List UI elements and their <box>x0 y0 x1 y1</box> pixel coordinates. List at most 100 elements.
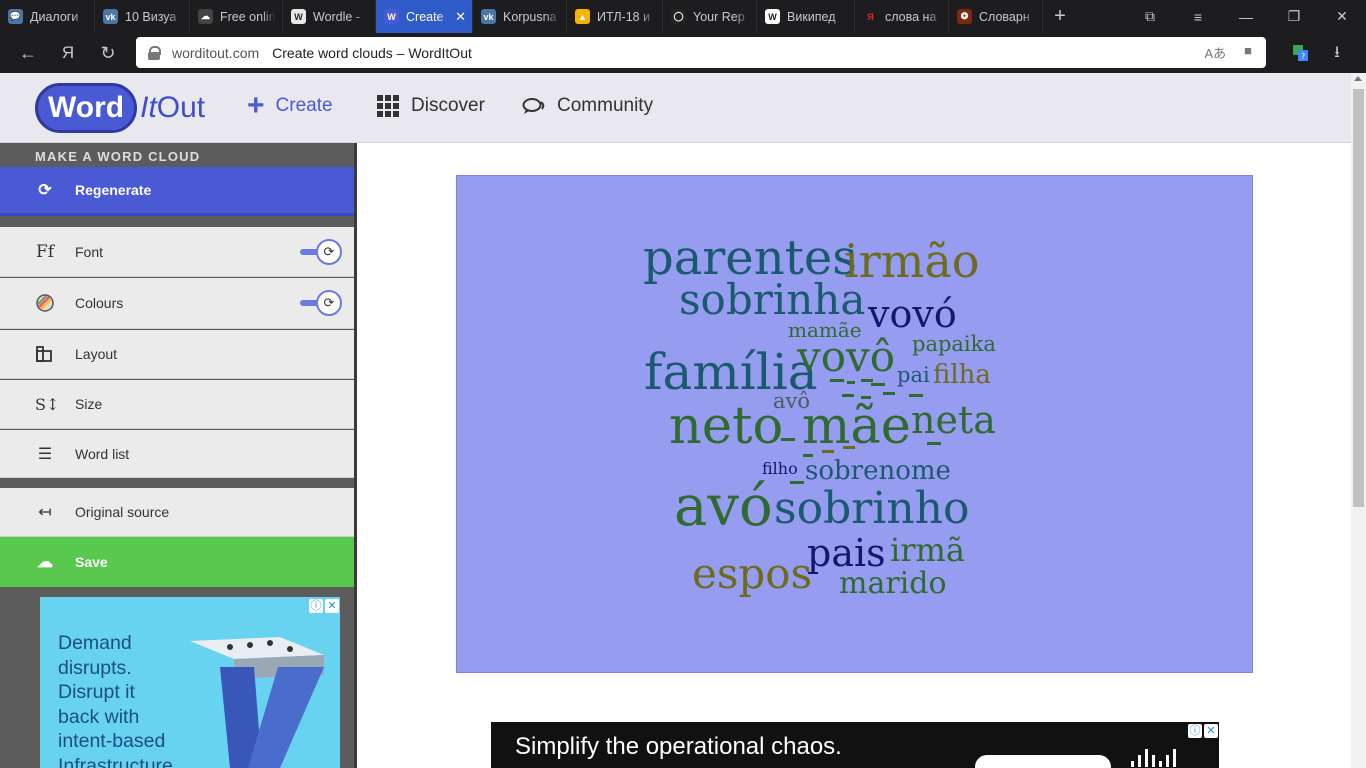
nav-community[interactable]: Community <box>522 95 653 117</box>
cloud-word[interactable]: sobrenome <box>805 458 951 484</box>
cloud-dash-mark <box>861 396 871 399</box>
tab-favicon-icon: vk <box>103 9 118 24</box>
cloud-word[interactable]: irmã <box>890 534 965 566</box>
cloud-word[interactable]: vovô <box>797 336 895 378</box>
tab-favicon-icon: ◯ <box>671 9 686 24</box>
ad-banner-bottom[interactable]: Simplify the operational chaos. ⓘ ✕ <box>491 722 1219 768</box>
sidebar-item-original-source[interactable]: ↤ Original source <box>0 488 354 537</box>
info-icon[interactable]: ⓘ <box>309 599 323 613</box>
translate-icon[interactable]: Aあ <box>1204 43 1226 62</box>
sidebar-item-layout[interactable]: Layout <box>0 330 354 379</box>
cloud-download-icon: ☁ <box>37 554 53 571</box>
back-arrow-icon[interactable]: ← <box>16 41 40 65</box>
cloud-word[interactable]: mãe <box>802 401 911 452</box>
nav-community-label: Community <box>557 95 654 116</box>
yandex-icon[interactable]: Я <box>56 41 80 65</box>
sidebar-item-size[interactable]: S↕ Size <box>0 380 354 429</box>
tab-close-icon[interactable]: ✕ <box>455 9 466 25</box>
menu-icon[interactable]: ≡ <box>1174 0 1222 33</box>
cloud-dash-mark <box>790 481 804 484</box>
page-scrollbar[interactable] <box>1351 73 1366 768</box>
sidebar-item-font[interactable]: Ff Font ⟳ <box>0 227 354 277</box>
ad-choices[interactable]: ⓘ ✕ <box>309 599 339 613</box>
cloud-word[interactable]: neta <box>911 401 996 439</box>
minimize-button[interactable]: — <box>1222 0 1270 33</box>
cloud-word[interactable]: filha <box>933 362 991 388</box>
sidebar-item-colours[interactable]: Colours ⟳ <box>0 278 354 329</box>
download-icon[interactable]: ⭳ <box>1327 41 1347 63</box>
bookmark-icon[interactable]: ■ <box>1244 43 1252 62</box>
ad-cta-button[interactable] <box>975 755 1111 768</box>
save-button[interactable]: ☁ Save <box>0 537 354 587</box>
tab-title: ИТЛ-18 и <box>597 9 651 24</box>
nav-create[interactable]: + Create <box>247 91 333 121</box>
tab-favicon-icon: W <box>291 9 306 24</box>
browser-tab[interactable]: ☁ Free onlin <box>190 0 283 33</box>
cloud-dash-mark <box>861 379 873 382</box>
logo-word: Word <box>48 90 125 124</box>
cloud-word[interactable]: sobrinha <box>679 279 865 321</box>
url-page-title: Create word clouds – WordItOut <box>272 44 472 61</box>
browser-tab[interactable]: 💬 Диалоги <box>0 0 95 33</box>
sidebar: MAKE A WORD CLOUD ⟳ Regenerate Ff Font ⟳… <box>0 143 357 768</box>
return-icon: ↤ <box>38 504 52 521</box>
browser-tab[interactable]: W Wordle - <box>283 0 376 33</box>
cloud-dash-mark <box>842 394 854 397</box>
nav-discover[interactable]: Discover <box>377 95 485 117</box>
browser-tab[interactable]: W Википед <box>757 0 855 33</box>
nav-create-label: Create <box>275 95 333 116</box>
font-icon: Ff <box>35 241 55 262</box>
cloud-word[interactable]: avó <box>674 479 773 535</box>
tab-title: Википед <box>787 9 836 24</box>
tab-title: Диалоги <box>30 9 79 24</box>
font-randomize-toggle[interactable]: ⟳ <box>300 238 342 265</box>
new-tab-button[interactable]: + <box>1043 0 1077 33</box>
scrollbar-thumb[interactable] <box>1353 89 1364 507</box>
ad-logo-bars <box>1131 749 1176 767</box>
cloud-word[interactable]: sobrinho <box>774 487 970 531</box>
sidebar-heading: MAKE A WORD CLOUD <box>35 149 201 164</box>
reload-icon[interactable]: ↻ <box>96 41 120 65</box>
scroll-up-arrow-icon[interactable] <box>1354 76 1362 81</box>
palette-icon <box>36 294 54 312</box>
window-controls: ⧉ ≡ — ❐ ✕ <box>1126 0 1366 33</box>
cloud-dash-mark <box>822 450 834 453</box>
cloud-dash-mark <box>803 454 813 457</box>
browser-address-bar: ← Я ↻ worditout.com Create word clouds –… <box>0 33 1366 73</box>
extension-icon[interactable]: ? <box>1290 41 1312 63</box>
colours-randomize-toggle[interactable]: ⟳ <box>300 290 342 316</box>
sidebar-item-word-list[interactable]: ☰ Word list <box>0 430 354 478</box>
word-cloud[interactable]: parentes irmão sobrinha vovó mamãe família vov… <box>456 175 1253 673</box>
colours-label: Colours <box>75 295 124 311</box>
lock-icon <box>148 45 161 60</box>
cloud-word[interactable]: espos <box>692 553 812 595</box>
url-field[interactable]: worditout.com Create word clouds – WordI… <box>136 37 1266 68</box>
browser-tab[interactable]: ▲ ИТЛ-18 и <box>567 0 663 33</box>
browser-tab[interactable]: W Create ✕ <box>376 0 473 33</box>
browser-tab[interactable]: ◯ Your Rep <box>663 0 757 33</box>
close-icon[interactable]: ✕ <box>1204 724 1218 738</box>
tab-title: Korpusna <box>503 9 557 24</box>
cloud-word[interactable]: marido <box>839 569 947 599</box>
collections-icon[interactable]: ⧉ <box>1126 0 1174 33</box>
browser-tab[interactable]: vk 10 Визуа <box>95 0 190 33</box>
restore-button[interactable]: ❐ <box>1270 0 1318 33</box>
close-icon[interactable]: ✕ <box>325 599 339 613</box>
browser-tab[interactable]: vk Korpusna <box>473 0 567 33</box>
cloud-word[interactable]: papaika <box>912 334 996 355</box>
regenerate-button[interactable]: ⟳ Regenerate <box>0 167 354 216</box>
cloud-word[interactable]: neto <box>669 401 783 452</box>
worditout-logo[interactable]: Word ItOut <box>35 81 205 134</box>
cloud-word[interactable]: vovó <box>868 295 957 333</box>
save-label: Save <box>75 554 108 570</box>
browser-tab[interactable]: Яслова на <box>855 0 949 33</box>
tab-title: Wordle - <box>313 9 361 24</box>
ad-choices[interactable]: ⓘ ✕ <box>1188 724 1218 738</box>
ad-banner-left[interactable]: ⓘ ✕ Demand disrupts. Disrupt it back wit… <box>40 597 340 768</box>
browser-tab[interactable]: ❂ Словарн <box>949 0 1043 33</box>
logo-it: It <box>140 90 157 124</box>
close-window-button[interactable]: ✕ <box>1318 0 1366 33</box>
cloud-word[interactable]: pai <box>897 365 930 386</box>
info-icon[interactable]: ⓘ <box>1188 724 1202 738</box>
cloud-dash-mark <box>871 383 885 386</box>
